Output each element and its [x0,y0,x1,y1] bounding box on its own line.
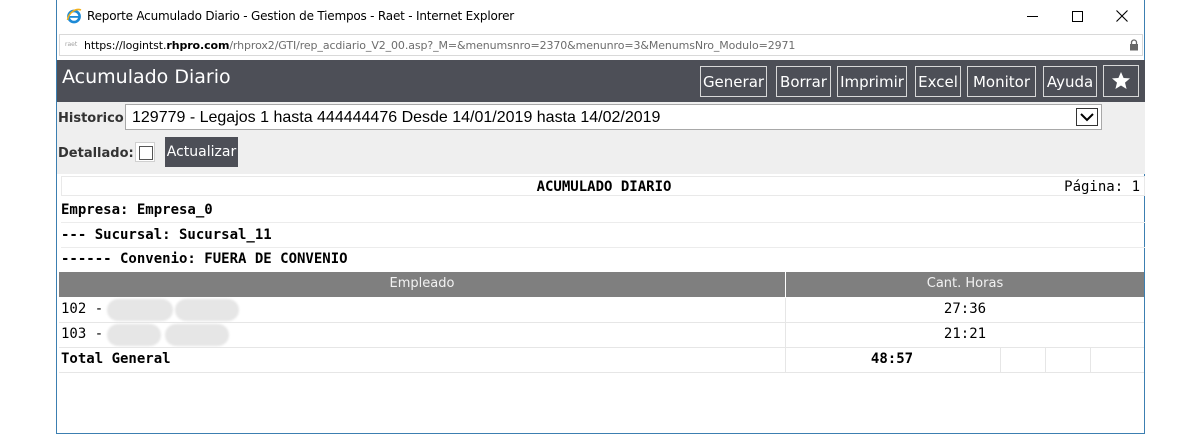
total-label: Total General [61,351,171,367]
redacted-name [107,324,161,346]
minimize-button[interactable] [1009,0,1055,32]
dropdown-arrow[interactable] [1076,108,1098,126]
redacted-name [165,324,229,346]
divider [61,222,1145,223]
historico-selected-value: 129779 - Legajos 1 hasta 444444476 Desde… [132,109,661,126]
close-icon [1116,10,1128,22]
report-title: ACUMULADO DIARIO [536,179,672,195]
imprimir-button[interactable]: Imprimir [837,66,907,97]
title-bar: Reporte Acumulado Diario - Gestion de Ti… [57,0,1144,32]
minimize-icon [1026,15,1038,17]
maximize-icon [1071,10,1083,22]
app-header: Acumulado Diario Generar Borrar Imprimir… [57,60,1145,102]
chevron-down-icon [1080,112,1094,121]
divider [61,247,1145,248]
borrar-button[interactable]: Borrar [776,66,831,97]
page-number: Página: 1 [1064,179,1140,195]
window-title: Reporte Acumulado Diario - Gestion de Ti… [87,9,515,23]
column-header-empleado: Empleado [389,276,455,291]
hours-cell: 21:21 [943,326,987,342]
historico-select[interactable]: 129779 - Legajos 1 hasta 444444476 Desde… [125,104,1102,130]
close-button[interactable] [1099,0,1145,32]
page-title: Acumulado Diario [62,66,231,88]
ayuda-button[interactable]: Ayuda [1043,66,1097,97]
redacted-name [107,299,173,321]
column-divider [1090,348,1091,373]
column-divider [1000,348,1001,373]
generar-button[interactable]: Generar [700,66,767,97]
detallado-checkbox[interactable] [135,142,155,162]
table-row: 103 - 21:21 [59,323,1144,348]
total-hours: 48:57 [870,351,914,367]
internet-explorer-icon [66,8,82,24]
column-divider [1045,348,1046,373]
maximize-button[interactable] [1054,0,1100,32]
empresa-heading: Empresa: Empresa_0 [61,202,213,218]
star-icon [1112,72,1130,89]
historico-label: Historico: [58,111,129,126]
sucursal-heading: --- Sucursal: Sucursal_11 [61,227,272,243]
filter-panel: Historico: 129779 - Legajos 1 hasta 4444… [57,102,1145,174]
table-row: 102 - 27:36 [59,298,1144,323]
excel-button[interactable]: Excel [915,66,961,97]
browser-window: Reporte Acumulado Diario - Gestion de Ti… [56,0,1145,434]
hours-cell: 27:36 [943,301,987,317]
total-row: Total General 48:57 [59,348,1144,373]
convenio-heading: ------ Convenio: FUERA DE CONVENIO [61,251,348,267]
address-bar[interactable]: raet https://logintst.rhpro.com/rhprox2/… [59,34,1143,56]
favorite-button[interactable] [1103,65,1139,97]
actualizar-button[interactable]: Actualizar [165,137,238,167]
redacted-name [175,299,239,321]
lock-icon [1130,39,1138,51]
employee-cell: 103 - [61,326,104,342]
table-header: Empleado Cant. Horas [59,272,1144,297]
employee-cell: 102 - [61,301,104,317]
detallado-label: Detallado: [58,146,134,161]
report-title-row: ACUMULADO DIARIO Página: 1 [61,176,1145,196]
address-url[interactable]: https://logintst.rhpro.com/rhprox2/GTI/r… [84,39,795,52]
monitor-button[interactable]: Monitor [967,66,1036,97]
column-header-cant-horas: Cant. Horas [926,276,1004,291]
site-favicon: raet [65,41,78,48]
